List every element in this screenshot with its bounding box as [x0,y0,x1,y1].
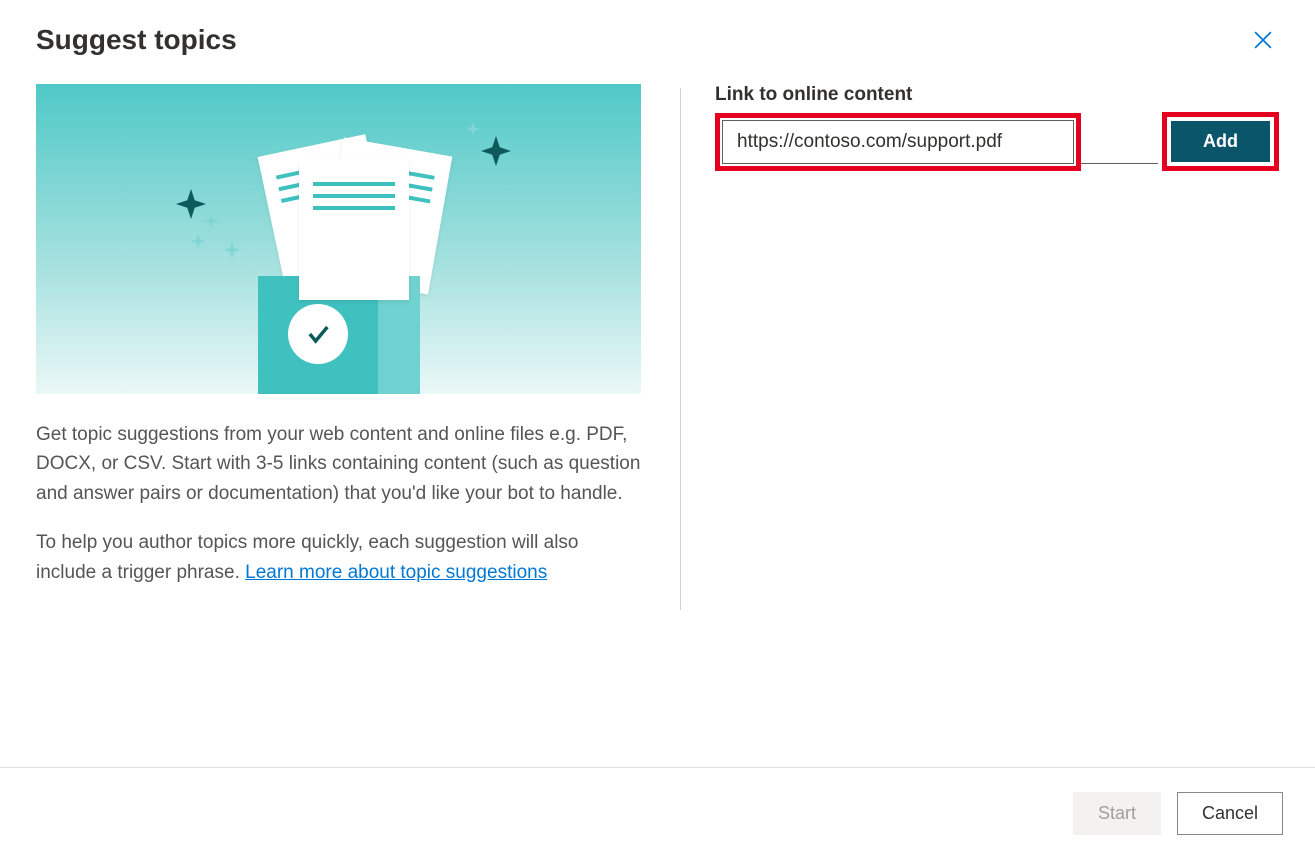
close-icon [1254,31,1272,49]
dialog-title: Suggest topics [36,24,237,56]
input-highlight-box [715,113,1081,171]
sparkle-icon [176,189,206,219]
cancel-button[interactable]: Cancel [1177,792,1283,835]
learn-more-link[interactable]: Learn more about topic suggestions [245,562,547,583]
checkmark-icon [304,320,332,348]
start-button[interactable]: Start [1073,792,1161,835]
url-input-row: Add [715,112,1279,171]
url-field-label: Link to online content [715,84,1279,106]
description-paragraph: To help you author topics more quickly, … [36,528,641,587]
description-text: Get topic suggestions from your web cont… [36,420,641,587]
dialog-header: Suggest topics [0,0,1315,64]
sparkle-icon [204,214,218,228]
right-column: Link to online content Add [681,84,1279,607]
dialog-body: Get topic suggestions from your web cont… [0,64,1315,607]
add-button[interactable]: Add [1171,121,1270,162]
close-button[interactable] [1247,24,1279,56]
sparkle-icon [191,234,205,248]
sparkle-icon [224,242,240,258]
dialog-footer: Start Cancel [0,767,1315,859]
add-highlight-box: Add [1162,112,1279,171]
description-paragraph: Get topic suggestions from your web cont… [36,420,641,508]
left-column: Get topic suggestions from your web cont… [36,84,641,607]
url-input[interactable] [722,120,1074,164]
sparkle-icon [481,136,511,166]
vertical-divider [680,88,681,610]
hero-illustration [36,84,641,394]
input-underline [1081,163,1158,164]
sparkle-icon [466,122,480,136]
